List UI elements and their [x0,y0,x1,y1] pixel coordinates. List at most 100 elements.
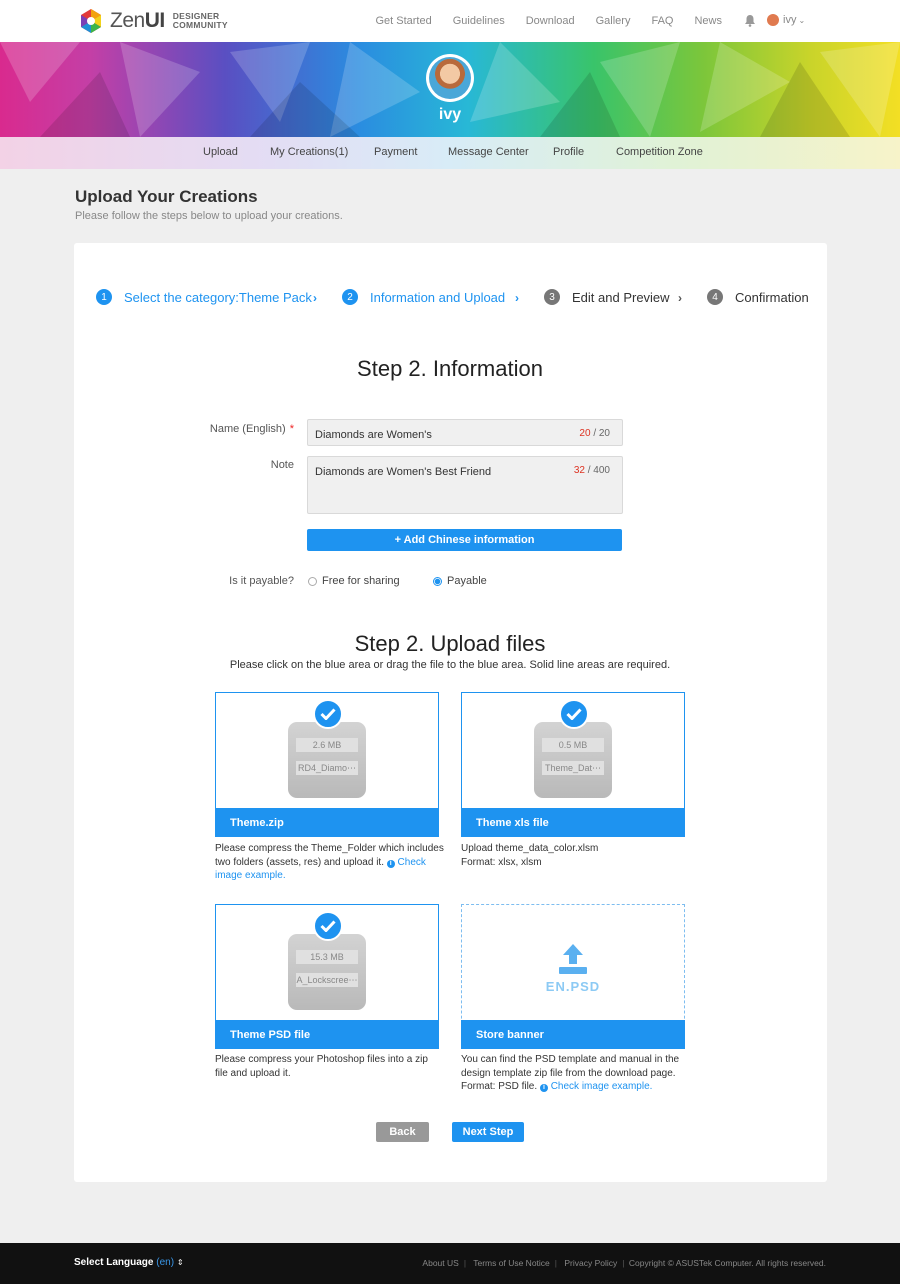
footer-terms[interactable]: Terms of Use Notice [473,1258,550,1268]
upload-box-title: Theme xls file [461,808,685,837]
name-char-count: 20 / 20 [579,428,610,439]
sort-icon: ⇕ [176,1258,184,1267]
subnav-payment[interactable]: Payment [374,146,417,158]
upload-card [74,243,827,1182]
profile-subnav: Upload My Creations(1) Payment Message C… [0,137,900,169]
nav-download[interactable]: Download [526,15,575,27]
step-2-label: Information and Upload [370,289,506,305]
chevron-right-icon: › [313,291,317,305]
profile-avatar-image [429,57,471,99]
logo-sub-b: COMMUNITY [172,20,228,30]
file-name: A_Lockscree⋯ [296,973,358,987]
file-size: 2.6 MB [296,738,358,752]
note-label: Note [270,459,294,471]
chevron-right-icon: › [678,291,682,305]
name-count-current: 20 [579,428,591,439]
name-label-text: Name (English) [209,423,286,435]
upload-box-theme-xls[interactable]: 0.5 MB Theme_Dat⋯ Theme xls file [461,692,685,837]
store-banner-format: Format: PSD file. [461,1081,538,1092]
language-selector[interactable]: Select Language (en) ⇕ [74,1257,184,1268]
step-2[interactable]: 2 Information and Upload [342,289,505,305]
upload-box-theme-psd[interactable]: 15.3 MB A_Lockscree⋯ Theme PSD file [215,904,439,1049]
footer-separator: | [463,1258,467,1268]
name-english-value: Diamonds are Women's [315,429,432,441]
theme-psd-description: Please compress your Photoshop files int… [215,1054,428,1079]
theme-zip-description: Please compress the Theme_Folder which i… [215,842,447,883]
add-chinese-info-button[interactable]: + Add Chinese information [307,529,622,551]
note-count-current: 32 [573,465,585,476]
check-icon [313,699,343,729]
file-icon: 0.5 MB Theme_Dat⋯ [534,722,612,798]
note-value: Diamonds are Women's Best Friend [315,466,492,478]
main-nav: Get Started Guidelines Download Gallery … [354,0,722,42]
step-1[interactable]: 1 Select the category:Theme Pack [96,289,312,305]
back-button[interactable]: Back [376,1122,429,1142]
info-icon: i [386,859,395,868]
profile-avatar[interactable] [426,54,474,102]
required-mark: * [289,423,294,435]
page-subtitle: Please follow the steps below to upload … [75,210,343,222]
footer-about-us[interactable]: About US [422,1258,458,1268]
language-code: (en) [156,1257,175,1268]
radio-free-label: Free for sharing [322,575,400,587]
top-nav: ZenUI DESIGNER COMMUNITY Get Started Guid… [0,0,900,42]
next-step-button[interactable]: Next Step [452,1122,524,1142]
psd-placeholder-label: EN.PSD [545,979,601,994]
nav-faq[interactable]: FAQ [651,15,673,27]
subnav-profile[interactable]: Profile [553,146,584,158]
nav-gallery[interactable]: Gallery [596,15,631,27]
store-banner-desc-text: You can find the PSD template and manual… [461,1054,680,1079]
file-size: 15.3 MB [296,950,358,964]
logo-name-b: UI [144,9,166,32]
upload-box-title: Store banner [461,1020,685,1049]
radio-free-for-sharing[interactable]: Free for sharing [308,575,400,587]
bell-icon[interactable] [744,14,756,27]
footer-links: About US | Terms of Use Notice | Privacy P… [422,1258,826,1268]
upload-box-title: Theme PSD file [215,1020,439,1049]
step-3: 3 Edit and Preview [544,289,670,305]
radio-circle-selected [433,576,442,586]
upload-box-store-banner[interactable]: EN.PSD Store banner [461,904,685,1049]
note-count-max: / 400 [587,465,610,476]
subnav-competition-zone[interactable]: Competition Zone [616,146,703,158]
name-label: Name (English) * [200,423,294,435]
check-icon [313,911,343,941]
radio-circle [308,576,317,586]
theme-xls-desc-text: Upload theme_data_color.xlsm [461,843,599,854]
footer-separator: | [554,1258,557,1268]
zenui-logo[interactable]: ZenUI DESIGNER COMMUNITY [76,6,228,36]
user-menu[interactable]: ivy ⌄ [767,14,805,26]
footer-separator: | [622,1258,625,1268]
footer-privacy[interactable]: Privacy Policy [564,1258,617,1268]
subnav-upload[interactable]: Upload [203,146,238,158]
information-heading: Step 2. Information [357,356,543,381]
name-english-input[interactable]: Diamonds are Women's 20 / 20 [307,419,623,446]
radio-payable[interactable]: Payable [433,575,487,587]
upload-heading: Step 2. Upload files [354,631,546,656]
upload-hint: Please click on the blue area or drag th… [229,659,671,671]
step-4-label: Confirmation [735,289,809,305]
file-name: RD4_Diamo⋯ [296,761,358,775]
footer: Select Language (en) ⇕ About US | Terms o… [0,1243,900,1284]
check-icon [559,699,589,729]
subnav-message-center[interactable]: Message Center [448,146,529,158]
user-name: ivy [783,14,797,26]
check-image-example-link[interactable]: Check image example. [551,1081,653,1092]
theme-xls-format: Format: xlsx, xlsm [461,856,542,868]
note-textarea[interactable]: Diamonds are Women's Best Friend 32 / 40… [307,456,623,514]
subnav-my-creations[interactable]: My Creations(1) [270,146,348,158]
step-3-label: Edit and Preview [572,289,670,305]
nav-news[interactable]: News [694,15,722,27]
radio-payable-label: Payable [447,575,487,587]
nav-get-started[interactable]: Get Started [375,15,431,27]
step-4: 4 Confirmation [707,289,809,305]
step-1-number: 1 [96,289,112,305]
zenui-logo-icon [76,6,106,36]
profile-name: ivy [438,106,462,123]
nav-guidelines[interactable]: Guidelines [453,15,505,27]
payable-label: Is it payable? [229,575,294,587]
upload-icon [557,943,589,978]
info-icon: i [539,1084,548,1092]
step-2-number: 2 [342,289,358,305]
upload-box-theme-zip[interactable]: 2.6 MB RD4_Diamo⋯ Theme.zip [215,692,439,837]
